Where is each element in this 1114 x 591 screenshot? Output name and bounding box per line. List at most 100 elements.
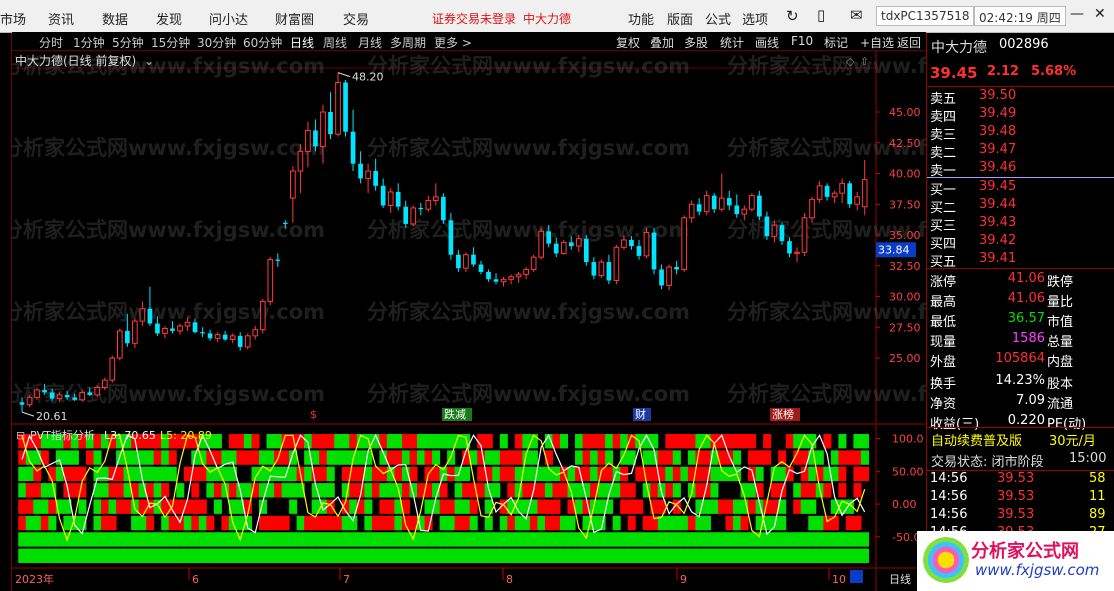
indicator-block bbox=[326, 532, 335, 547]
bid-label: 买二 bbox=[930, 201, 957, 216]
menu-bar: 市场 资讯 数据 发现 问小达 财富圈 交易 证券交易未登录 中大力德 功能 版… bbox=[0, 0, 1114, 33]
btn-adjust[interactable]: 复权 bbox=[616, 34, 640, 51]
btn-mark[interactable]: 标记 bbox=[824, 34, 848, 51]
indicator-block bbox=[424, 532, 433, 547]
period-15min[interactable]: 15分钟 bbox=[151, 34, 190, 51]
period-30min[interactable]: 30分钟 bbox=[197, 34, 236, 51]
phone-icon[interactable]: ▯ bbox=[817, 6, 825, 24]
indicator-block bbox=[401, 532, 410, 547]
diamond-icon[interactable]: ◇ bbox=[846, 55, 855, 68]
indicator-block bbox=[364, 515, 373, 531]
indicator-block bbox=[371, 515, 380, 531]
btn-draw[interactable]: 画线 bbox=[755, 34, 779, 51]
candle bbox=[816, 180, 823, 204]
indicator-block bbox=[439, 532, 448, 547]
period-more[interactable]: 更多 > bbox=[434, 34, 472, 51]
indicator-block bbox=[462, 499, 471, 514]
btn-overlay[interactable]: 叠加 bbox=[650, 34, 674, 51]
indicator-block bbox=[672, 434, 681, 449]
menu-options[interactable]: 选项 bbox=[742, 9, 768, 28]
menu-function[interactable]: 功能 bbox=[628, 9, 654, 28]
indicator-block bbox=[394, 515, 403, 531]
indicator-block bbox=[394, 532, 403, 547]
indicator-block bbox=[341, 532, 350, 547]
chevron-down-icon[interactable]: ⌄ bbox=[144, 54, 154, 68]
period-1min[interactable]: 1分钟 bbox=[73, 34, 105, 51]
indicator-block bbox=[823, 515, 832, 531]
candle-body bbox=[305, 129, 311, 152]
candle-body bbox=[162, 327, 168, 334]
bid-row: 买四 39.42 bbox=[927, 233, 1114, 253]
period-weekly[interactable]: 周线 bbox=[323, 34, 347, 51]
indicator-block bbox=[213, 532, 222, 547]
menu-trade[interactable]: 交易 bbox=[343, 9, 369, 28]
indicator-block bbox=[695, 548, 704, 563]
indicator-block bbox=[168, 450, 177, 465]
promo-label[interactable]: 自动续费普及版 bbox=[931, 430, 1022, 449]
indicator-block bbox=[559, 483, 569, 498]
menu-ask[interactable]: 问小达 bbox=[209, 9, 248, 28]
candle bbox=[162, 326, 168, 339]
candle-body bbox=[275, 259, 281, 261]
indicator-block bbox=[116, 548, 125, 563]
indicator-block bbox=[266, 548, 275, 563]
period-intraday[interactable]: 分时 bbox=[39, 34, 63, 51]
indicator-block bbox=[733, 434, 742, 449]
menu-community[interactable]: 财富圈 bbox=[275, 9, 314, 28]
btn-multistock[interactable]: 多股 bbox=[684, 34, 708, 51]
menu-layout[interactable]: 版面 bbox=[667, 9, 693, 28]
indicator-block bbox=[687, 548, 696, 563]
stat-label: 净资 bbox=[930, 397, 957, 412]
period-daily[interactable]: 日线 bbox=[290, 34, 314, 51]
indicator-block bbox=[590, 532, 599, 547]
minimize-icon[interactable]: — bbox=[1070, 6, 1084, 22]
indicator-block bbox=[146, 548, 155, 563]
indicator-block bbox=[85, 548, 94, 563]
btn-stats[interactable]: 统计 bbox=[720, 34, 744, 51]
login-status[interactable]: 证券交易未登录 bbox=[432, 10, 516, 27]
close-icon[interactable]: ✕ bbox=[1094, 6, 1106, 22]
indicator-block bbox=[281, 532, 290, 547]
indicator-icon[interactable]: ⊟ bbox=[16, 429, 25, 442]
indicator-block bbox=[469, 499, 478, 514]
indicator-block bbox=[417, 450, 426, 465]
menu-discover[interactable]: 发现 bbox=[156, 9, 182, 28]
menu-market[interactable]: 市场 bbox=[0, 9, 26, 28]
period-60min[interactable]: 60分钟 bbox=[243, 34, 282, 51]
chart-area[interactable]: 分析家公式网www.fxjgsw.com 分析家公式网www.fxjgsw.com… bbox=[12, 51, 926, 591]
watermark-text: 分析家公式网www.fxjgsw.com bbox=[12, 300, 325, 324]
candle bbox=[358, 151, 363, 184]
indicator-block bbox=[567, 548, 576, 563]
mail-icon[interactable]: ✉ bbox=[850, 6, 863, 24]
indicator-block bbox=[552, 548, 561, 563]
indicator-block bbox=[650, 548, 659, 563]
menu-data[interactable]: 数据 bbox=[102, 9, 128, 28]
btn-back[interactable]: 返回 bbox=[897, 34, 921, 51]
indicator-block bbox=[18, 466, 27, 482]
period-5min[interactable]: 5分钟 bbox=[112, 34, 144, 51]
period-multi[interactable]: 多周期 bbox=[390, 34, 426, 51]
promo-price[interactable]: 30元/月 bbox=[1049, 430, 1096, 449]
up-arrow-icon[interactable]: ⇧ bbox=[860, 55, 869, 68]
indicator-block bbox=[33, 515, 42, 531]
indicator-block bbox=[612, 515, 621, 531]
indicator-block bbox=[793, 548, 802, 563]
btn-f10[interactable]: F10 bbox=[791, 34, 813, 48]
indicator-block bbox=[386, 548, 395, 563]
indicator-block bbox=[620, 548, 629, 563]
refresh-icon[interactable]: ↻ bbox=[786, 7, 799, 25]
btn-add-watch[interactable]: +自选 bbox=[860, 34, 894, 51]
menu-news[interactable]: 资讯 bbox=[48, 9, 74, 28]
candle bbox=[418, 203, 424, 216]
candle bbox=[252, 326, 259, 340]
candle bbox=[606, 254, 612, 285]
indicator-block bbox=[394, 466, 403, 482]
ask-label: 卖二 bbox=[930, 146, 957, 161]
menu-formula[interactable]: 公式 bbox=[705, 9, 731, 28]
candle bbox=[387, 188, 394, 213]
candle-body bbox=[575, 238, 582, 247]
indicator-block bbox=[40, 515, 49, 531]
candle bbox=[365, 163, 371, 194]
indicator-block bbox=[417, 548, 426, 563]
period-monthly[interactable]: 月线 bbox=[358, 34, 382, 51]
